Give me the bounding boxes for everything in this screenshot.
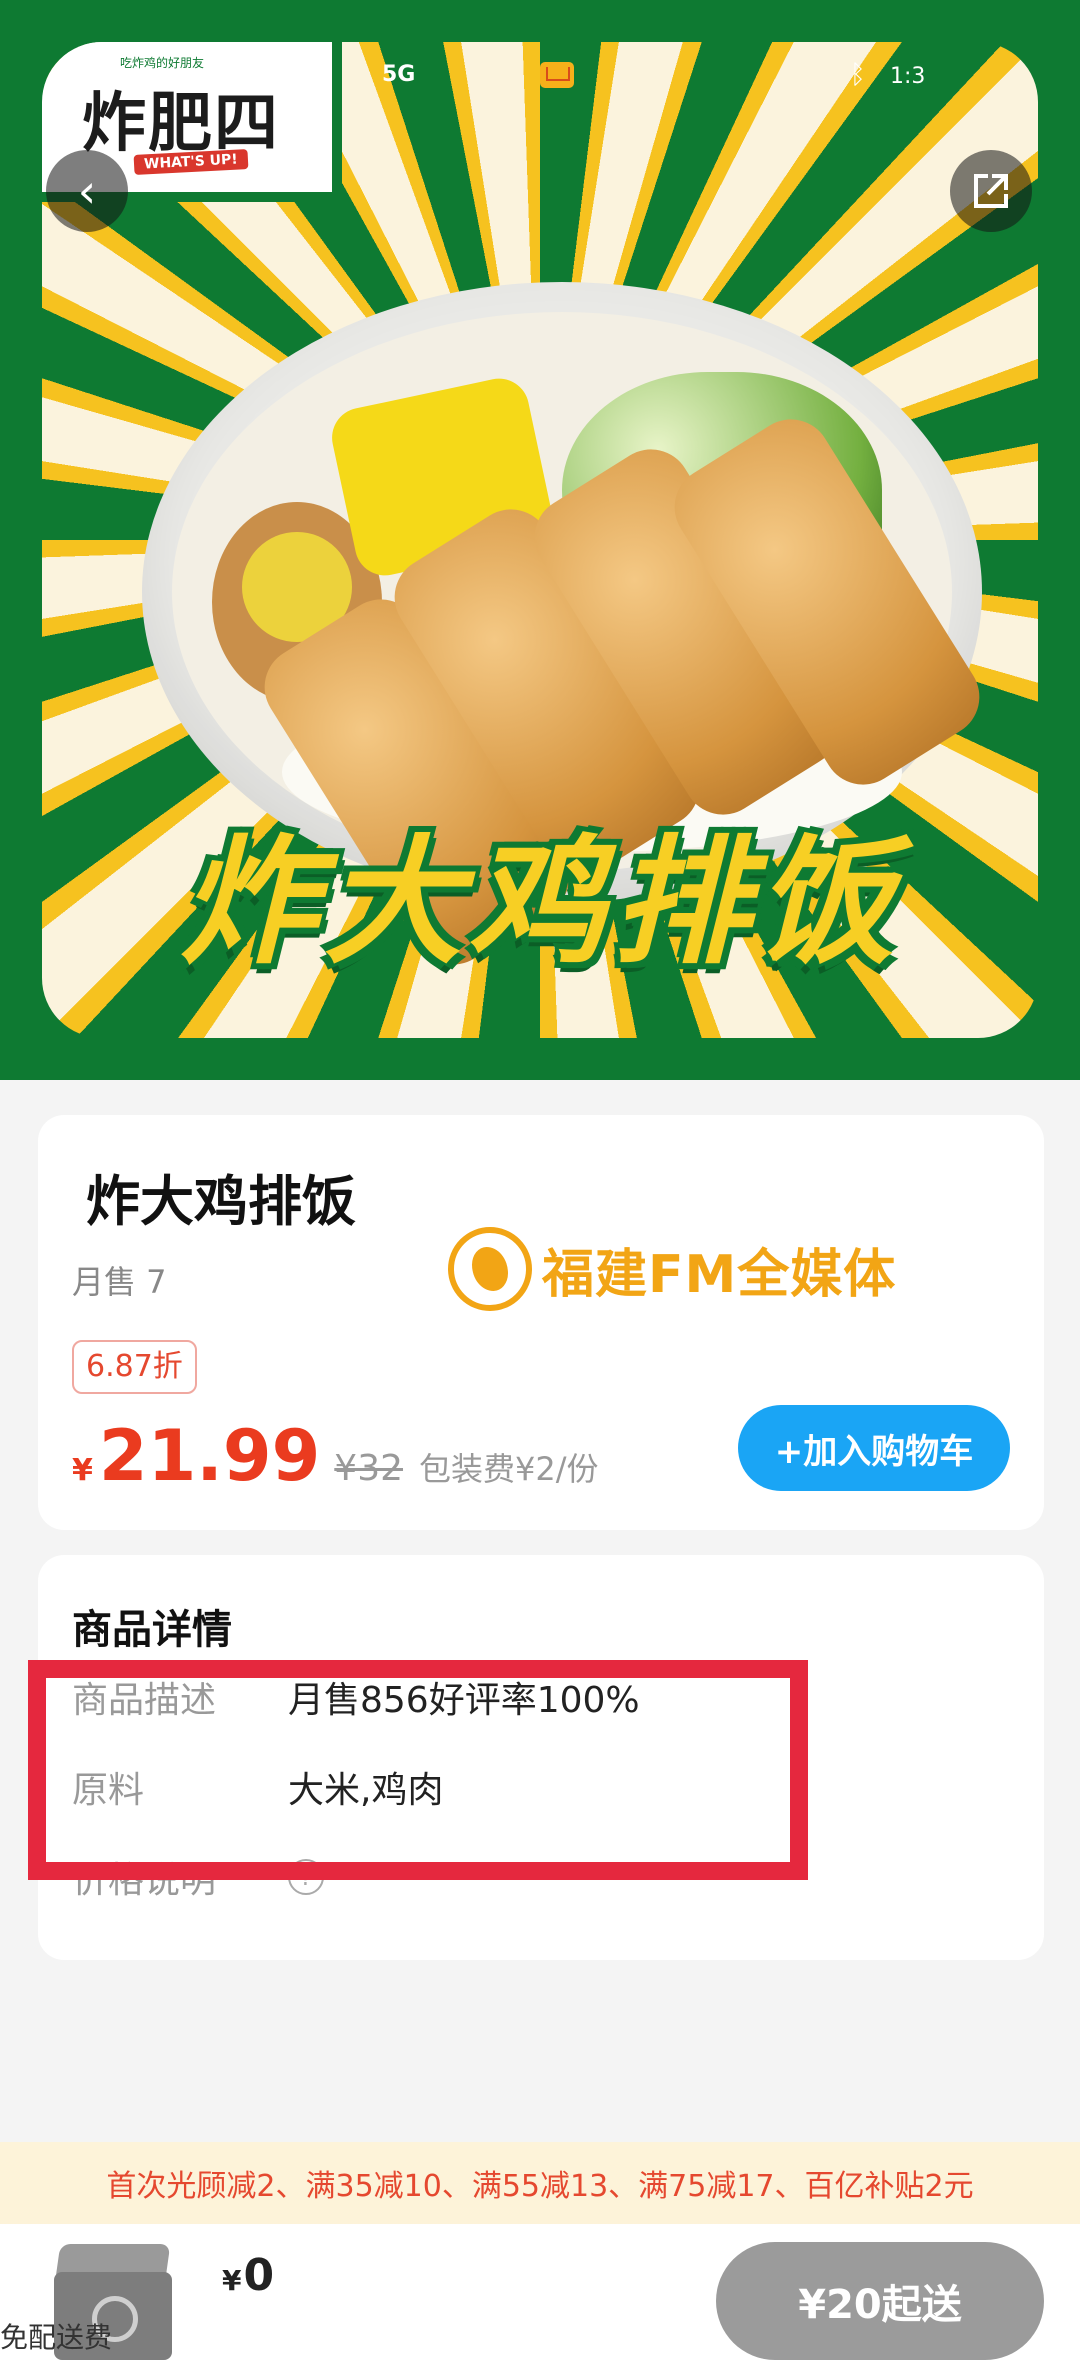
media-watermark: 福建FM全媒体 [448,1227,896,1311]
discount-badge: 6.87折 [72,1340,197,1394]
share-button[interactable] [950,150,1032,232]
cart-currency: ¥ [222,2264,242,2297]
status-bar: 5G ᛒ 1:3 [0,50,1080,100]
signal-indicator: 5G [382,62,416,87]
fm-logo-icon [448,1227,532,1311]
hero-dish-title: 炸大鸡排饭 [179,822,900,983]
min-order-button[interactable]: ¥20起送 [716,2242,1044,2360]
back-button[interactable]: ‹ [46,150,128,232]
original-price: ¥32 [334,1448,404,1489]
cart-total: ¥ 0 [222,2250,274,2301]
chevron-left-icon: ‹ [77,164,97,218]
product-name: 炸大鸡排饭 [86,1170,356,1233]
cart-total-value: 0 [243,2250,275,2301]
share-icon [974,174,1008,208]
mail-notification-icon [540,62,574,88]
packaging-fee: 包装费¥2/份 [419,1450,599,1488]
current-price: 21.99 [98,1415,321,1497]
price-row: ¥ 21.99 ¥32 包装费¥2/份 [72,1415,599,1515]
delivery-fee-text: 免配送费 [0,2321,113,2354]
monthly-sales: 月售 7 [72,1263,167,1301]
watermark-text: 福建FM全媒体 [542,1244,897,1305]
add-to-cart-button[interactable]: +加入购物车 [738,1405,1010,1491]
status-time: 1:3 [890,64,926,89]
bottom-cart-bar: ¥ 0 免配送费 ¥20起送 [0,2224,1080,2376]
price-currency: ¥ [72,1453,93,1488]
promo-text: 首次光顾减2、满35减10、满55减13、满75减17、百亿补贴2元 [106,2169,974,2204]
details-title: 商品详情 [72,1607,232,1653]
highlight-annotation-box [28,1660,808,1880]
bluetooth-icon: ᛒ [850,60,866,90]
product-hero-image: 吃炸鸡的好朋友 炸肥四 WHAT'S UP! 炸大鸡排饭 [0,0,1080,1080]
promo-banner: 首次光顾减2、满35减10、满55减13、满75减17、百亿补贴2元 [0,2142,1080,2224]
product-info-card: 炸大鸡排饭 月售 7 福建FM全媒体 6.87折 ¥ 21.99 ¥32 包装费… [38,1115,1044,1530]
